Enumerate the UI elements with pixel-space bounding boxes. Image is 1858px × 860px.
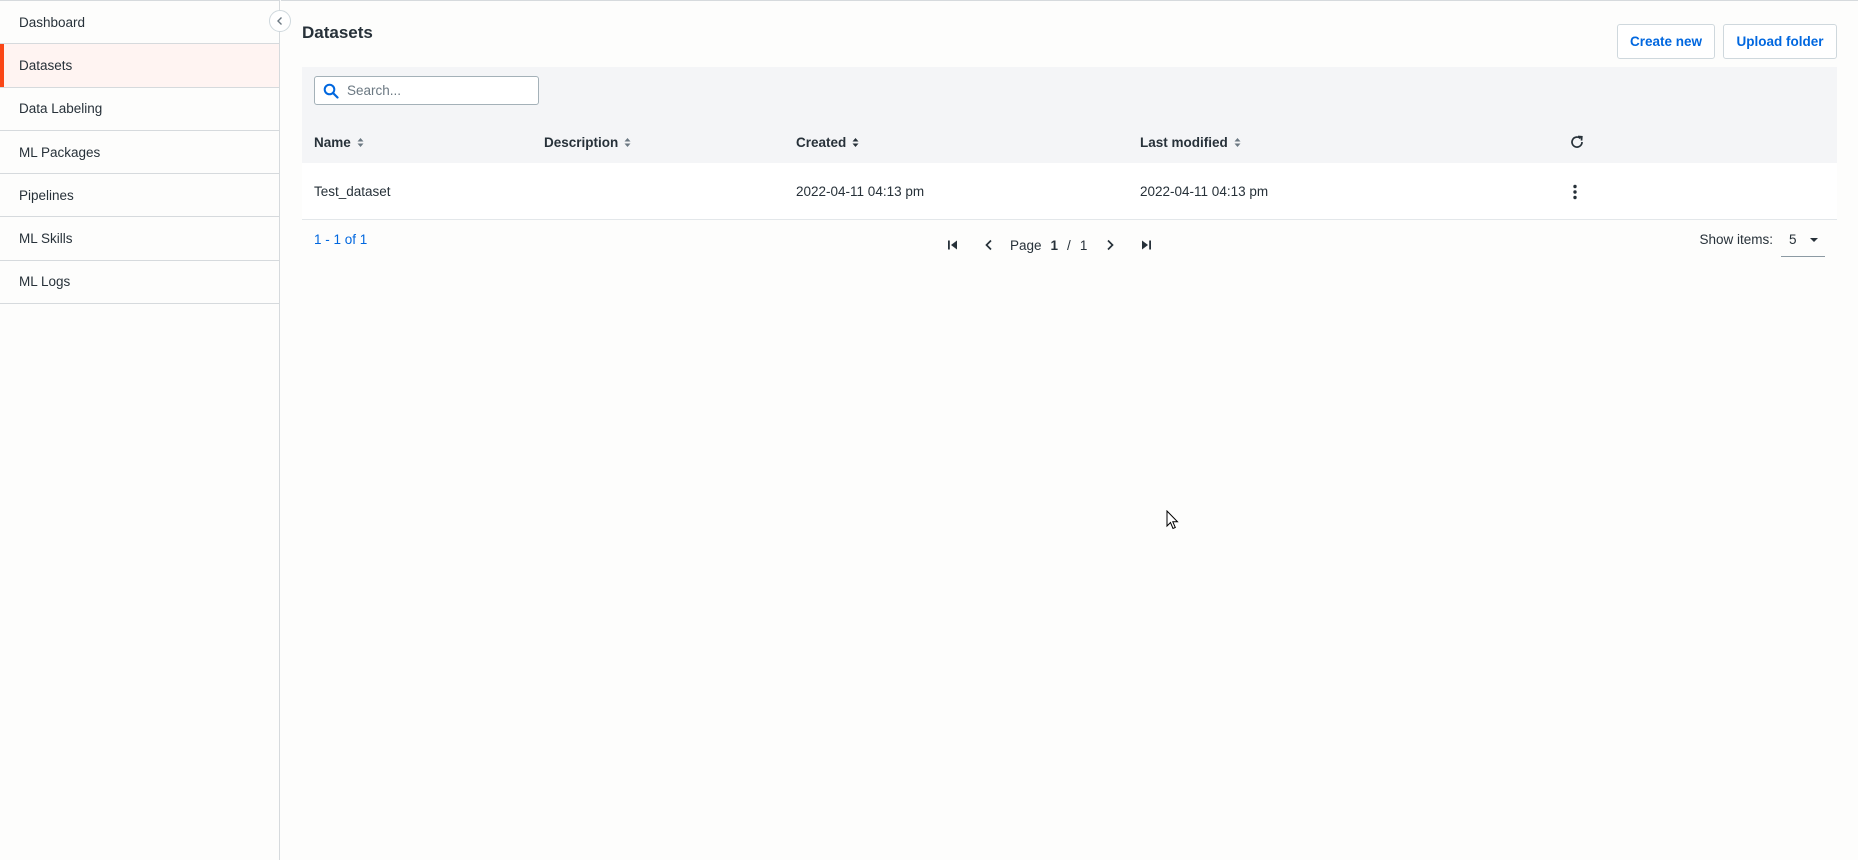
cell-created: 2022-04-11 04:13 pm: [796, 184, 925, 199]
page-size-control: Show items: 5: [1699, 232, 1825, 257]
sidebar-item-dashboard[interactable]: Dashboard: [0, 1, 279, 45]
upload-folder-button[interactable]: Upload folder: [1723, 24, 1837, 59]
mouse-cursor-icon: [1166, 510, 1179, 530]
next-page-button[interactable]: [1092, 234, 1128, 256]
sidebar-item-label: ML Packages: [19, 144, 101, 160]
search-box[interactable]: [314, 76, 539, 105]
table-footer: 1 - 1 of 1 Page 1 / 1 Show items: 5: [302, 221, 1837, 267]
first-page-icon: [948, 240, 957, 250]
first-page-button[interactable]: [935, 234, 971, 256]
sidebar-item-ml-skills[interactable]: ML Skills: [0, 217, 279, 261]
page-size-select[interactable]: 5: [1781, 232, 1825, 257]
column-label: Created: [796, 134, 847, 150]
sidebar-item-pipelines[interactable]: Pipelines: [0, 174, 279, 218]
sidebar-item-label: Dashboard: [19, 14, 86, 30]
sidebar: Dashboard Datasets Data Labeling ML Pack…: [0, 0, 280, 860]
row-actions-button[interactable]: [1564, 163, 1586, 220]
sidebar-item-label: Datasets: [19, 57, 73, 73]
column-header-description[interactable]: Description: [544, 121, 631, 163]
pagination-range: 1 - 1 of 1: [314, 232, 368, 247]
current-page: 1: [1050, 237, 1059, 253]
cell-last-modified: 2022-04-11 04:13 pm: [1140, 184, 1269, 199]
sort-icon: [852, 137, 859, 147]
cell-name: Test_dataset: [314, 184, 391, 199]
sort-icon: [624, 137, 631, 147]
show-items-label: Show items:: [1699, 232, 1773, 247]
column-header-created[interactable]: Created: [796, 121, 859, 163]
page-label: Page: [1010, 237, 1042, 253]
page-separator: /: [1067, 237, 1071, 253]
prev-page-button[interactable]: [971, 234, 1007, 256]
more-vertical-icon: [1573, 184, 1577, 199]
sidebar-collapse-button[interactable]: [269, 10, 291, 32]
last-page-icon: [1142, 240, 1152, 250]
pagination-controls: Page 1 / 1: [935, 234, 1164, 256]
caret-down-icon: [1810, 238, 1818, 242]
table-row[interactable]: Test_dataset 2022-04-11 04:13 pm 2022-04…: [302, 163, 1837, 220]
sidebar-item-label: Data Labeling: [19, 101, 103, 117]
column-label: Description: [544, 134, 619, 150]
sidebar-item-label: ML Logs: [19, 274, 71, 290]
refresh-icon: [1571, 135, 1583, 148]
table-header: Name Description Created Last modified: [302, 121, 1837, 163]
column-header-last-modified[interactable]: Last modified: [1140, 121, 1241, 163]
sidebar-item-label: Pipelines: [19, 187, 74, 203]
create-new-button[interactable]: Create new: [1617, 24, 1715, 59]
prev-page-icon: [985, 239, 992, 251]
total-pages: 1: [1079, 237, 1088, 253]
column-header-name[interactable]: Name: [314, 121, 364, 163]
chevron-left-icon: [277, 17, 282, 25]
page-title: Datasets: [302, 23, 373, 42]
search-input[interactable]: [347, 83, 527, 98]
column-label: Last modified: [1140, 134, 1228, 150]
sidebar-item-ml-packages[interactable]: ML Packages: [0, 131, 279, 175]
sort-icon: [357, 137, 364, 147]
sidebar-item-data-labeling[interactable]: Data Labeling: [0, 88, 279, 131]
table-toolbar: [302, 67, 1837, 121]
sidebar-item-label: ML Skills: [19, 231, 73, 247]
search-icon: [323, 83, 339, 99]
column-label: Name: [314, 134, 351, 150]
main-content: Datasets Create new Upload folder Name D…: [281, 0, 1858, 860]
next-page-icon: [1107, 239, 1115, 251]
sidebar-item-datasets[interactable]: Datasets: [0, 44, 279, 88]
sidebar-item-ml-logs[interactable]: ML Logs: [0, 261, 279, 305]
page-size-value: 5: [1789, 232, 1797, 247]
refresh-button[interactable]: [1569, 121, 1585, 163]
sort-icon: [1234, 137, 1241, 147]
last-page-button[interactable]: [1128, 234, 1164, 256]
